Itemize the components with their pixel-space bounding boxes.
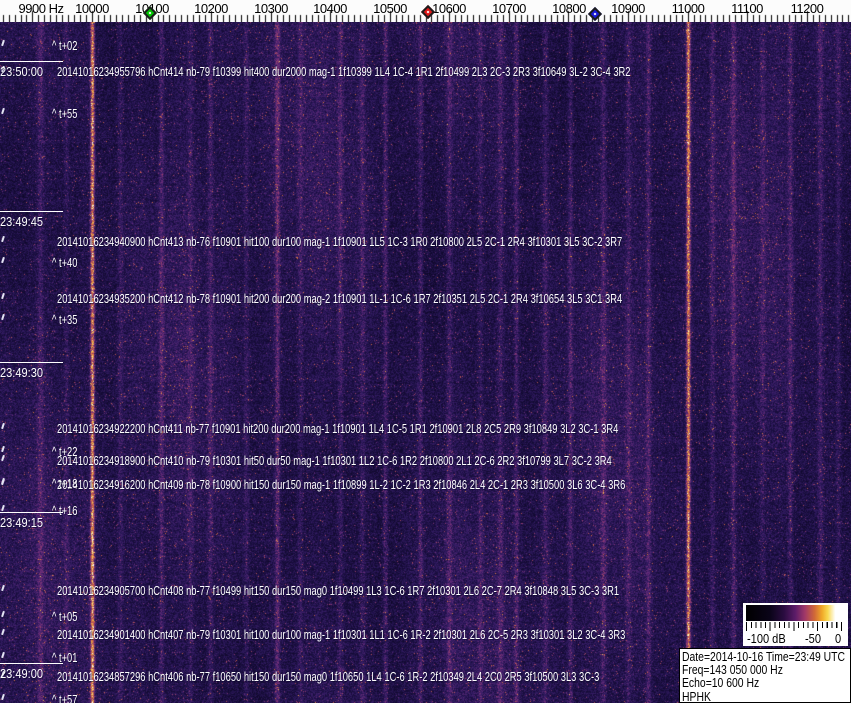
echo-data-line: 20141016234916200 hCnt409 nb-78 f10900 h… — [57, 477, 626, 492]
time-axis-label-text: 23:49:30 — [0, 365, 44, 380]
left-edge-tick — [1, 422, 5, 430]
left-edge-tick — [1, 504, 5, 512]
left-edge-tick — [1, 313, 5, 321]
left-edge-tick — [1, 39, 5, 47]
db-label-max: 0 — [835, 631, 842, 646]
event-time-marker: ^ t+40 — [52, 255, 78, 270]
frequency-tick-label: 10600 — [432, 1, 466, 16]
echo-data-line: 20141016234918900 hCnt410 nb-79 f10301 h… — [57, 453, 612, 468]
echo-data-line: 20141016234901400 hCnt407 nb-79 f10301 h… — [57, 627, 626, 642]
time-axis-label-text: 23:49:00 — [0, 666, 44, 681]
frequency-tick-label: 10300 — [254, 1, 288, 16]
db-gradient-bar — [746, 605, 841, 621]
time-axis-label: 23:49:45 — [0, 211, 63, 231]
time-axis-label: 23:50:00 — [0, 61, 63, 81]
echo-data-line: 20141016234922200 hCnt411 nb-77 f10901 h… — [57, 421, 619, 436]
echo-data-line: 20141016234905700 hCnt408 nb-77 f10499 h… — [57, 583, 620, 598]
left-edge-tick — [1, 584, 5, 592]
info-station-code: HPHK — [682, 688, 711, 703]
echo-data-line: 20141016234955796 hCnt414 nb-79 f10399 h… — [57, 64, 631, 79]
left-edge-tick — [1, 292, 5, 300]
marker-center-dot — [593, 12, 597, 16]
frequency-tick-label: 10000 — [75, 1, 109, 16]
frequency-tick-label: 10400 — [313, 1, 347, 16]
frequency-tick-label: 11200 — [790, 1, 824, 16]
left-edge-tick — [1, 693, 5, 701]
frequency-tick-label: 10900 — [611, 1, 645, 16]
event-time-marker: ^ t+55 — [52, 106, 78, 121]
frequency-ruler: 9900 Hz100001010010200103001040010500106… — [0, 0, 851, 22]
frequency-tick-label: 9900 Hz — [18, 1, 64, 16]
time-axis-label: 23:49:00 — [0, 663, 63, 683]
event-time-marker: ^ t+05 — [52, 609, 78, 624]
frequency-tick-label: 10700 — [492, 1, 526, 16]
time-axis-label-text: 23:49:15 — [0, 515, 44, 530]
event-time-marker: ^ t+35 — [52, 312, 78, 327]
left-edge-tick — [1, 107, 5, 115]
status-info-box: Date=2014-10-16 Time=23:49 UTC Freq=143 … — [679, 648, 851, 703]
event-time-marker: ^ t+57 — [52, 692, 78, 703]
echo-data-line: 20141016234940900 hCnt413 nb-76 f10901 h… — [57, 234, 623, 249]
left-edge-tick — [1, 454, 5, 462]
echo-data-line: 20141016234935200 hCnt412 nb-78 f10901 h… — [57, 291, 623, 306]
event-time-marker: ^ t+02 — [52, 38, 78, 53]
left-edge-tick — [1, 445, 5, 453]
frequency-tick-label: 10500 — [373, 1, 407, 16]
time-axis-label: 23:49:15 — [0, 512, 63, 532]
marker-center-dot — [426, 10, 430, 14]
frequency-tick-label: 11000 — [671, 1, 705, 16]
frequency-tick-label: 10800 — [552, 1, 586, 16]
time-axis-label-text: 23:49:45 — [0, 214, 44, 229]
event-time-marker: ^ t+22 — [52, 444, 78, 459]
frequency-tick-label: 10200 — [194, 1, 228, 16]
meteor-echo-spectrogram-window: 9900 Hz100001010010200103001040010500106… — [0, 0, 851, 703]
frequency-tick-label: 11100 — [731, 1, 763, 16]
marker-center-dot — [148, 11, 152, 15]
db-scale-major-ticks — [746, 622, 843, 631]
echo-data-line: 20141016234857296 hCnt406 nb-77 f10650 h… — [57, 669, 600, 684]
left-edge-tick — [1, 651, 5, 659]
db-label-mid: -50 — [805, 631, 821, 646]
left-edge-tick — [1, 256, 5, 264]
left-edge-tick — [1, 628, 5, 636]
db-color-scale: -100 dB -50 0 — [743, 603, 848, 646]
time-axis-label-text: 23:50:00 — [0, 64, 44, 79]
event-time-marker: ^ t+18 — [52, 476, 78, 491]
db-label-min: -100 dB — [747, 631, 786, 646]
time-axis-label: 23:49:30 — [0, 362, 63, 382]
waterfall-annotations: 20141016234955796 hCnt414 nb-79 f10399 h… — [0, 0, 851, 703]
left-edge-tick — [1, 610, 5, 618]
left-edge-tick — [1, 235, 5, 243]
